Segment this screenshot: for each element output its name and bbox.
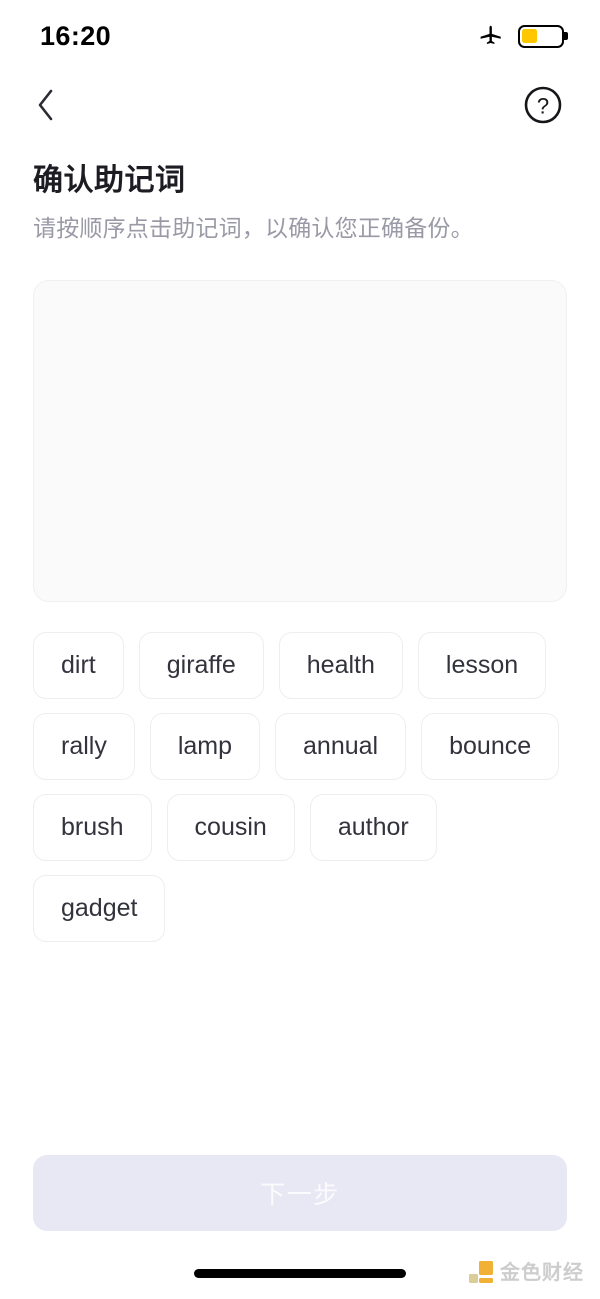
word-chip[interactable]: cousin <box>166 793 295 861</box>
word-chip[interactable]: lamp <box>149 712 261 780</box>
flex-spacer <box>0 942 600 1155</box>
help-button[interactable]: ? <box>520 82 566 128</box>
battery-low-power-icon <box>518 24 564 48</box>
word-chip[interactable]: health <box>278 631 403 699</box>
status-indicators <box>478 21 564 52</box>
selected-words-area[interactable] <box>33 279 567 602</box>
word-chip[interactable]: annual <box>275 712 407 780</box>
back-button[interactable] <box>22 81 70 129</box>
watermark-text: 金色财经 <box>500 1262 584 1284</box>
bottom-bar: 金色财经 <box>0 1247 600 1299</box>
header-section: 确认助记词 请按顺序点击助记词，以确认您正确备份。 <box>0 138 600 244</box>
next-button[interactable]: 下一步 <box>33 1155 567 1231</box>
navigation-bar: ? <box>0 72 600 138</box>
word-chip[interactable]: brush <box>33 793 152 861</box>
footer-actions: 下一步 <box>0 1155 600 1231</box>
airplane-mode-icon <box>478 21 504 52</box>
word-chip[interactable]: gadget <box>33 874 166 942</box>
word-chip[interactable]: bounce <box>421 712 560 780</box>
question-mark-circle-icon: ? <box>524 86 562 124</box>
page-title: 确认助记词 <box>33 164 186 197</box>
word-bank: dirt giraffe health lesson rally lamp annual bo… <box>33 631 567 942</box>
app-screen: 16:20 ? 确认助记词 请按顺序点击助记词，以确认您正确备份。 dirt g… <box>0 0 600 1299</box>
word-chip[interactable]: dirt <box>33 631 124 699</box>
word-chip[interactable]: rally <box>33 712 135 780</box>
word-chip[interactable]: author <box>309 793 437 861</box>
svg-text:?: ? <box>537 94 549 119</box>
page-subtitle: 请按顺序点击助记词，以确认您正确备份。 <box>33 214 474 241</box>
watermark: 金色财经 <box>469 1261 584 1285</box>
status-time: 16:20 <box>40 20 112 51</box>
chevron-left-icon <box>38 89 53 121</box>
word-chip[interactable]: giraffe <box>138 631 264 699</box>
home-indicator[interactable] <box>194 1268 406 1278</box>
jinse-logo-icon <box>469 1261 493 1285</box>
word-chip[interactable]: lesson <box>417 631 547 699</box>
status-bar: 16:20 <box>0 0 600 72</box>
